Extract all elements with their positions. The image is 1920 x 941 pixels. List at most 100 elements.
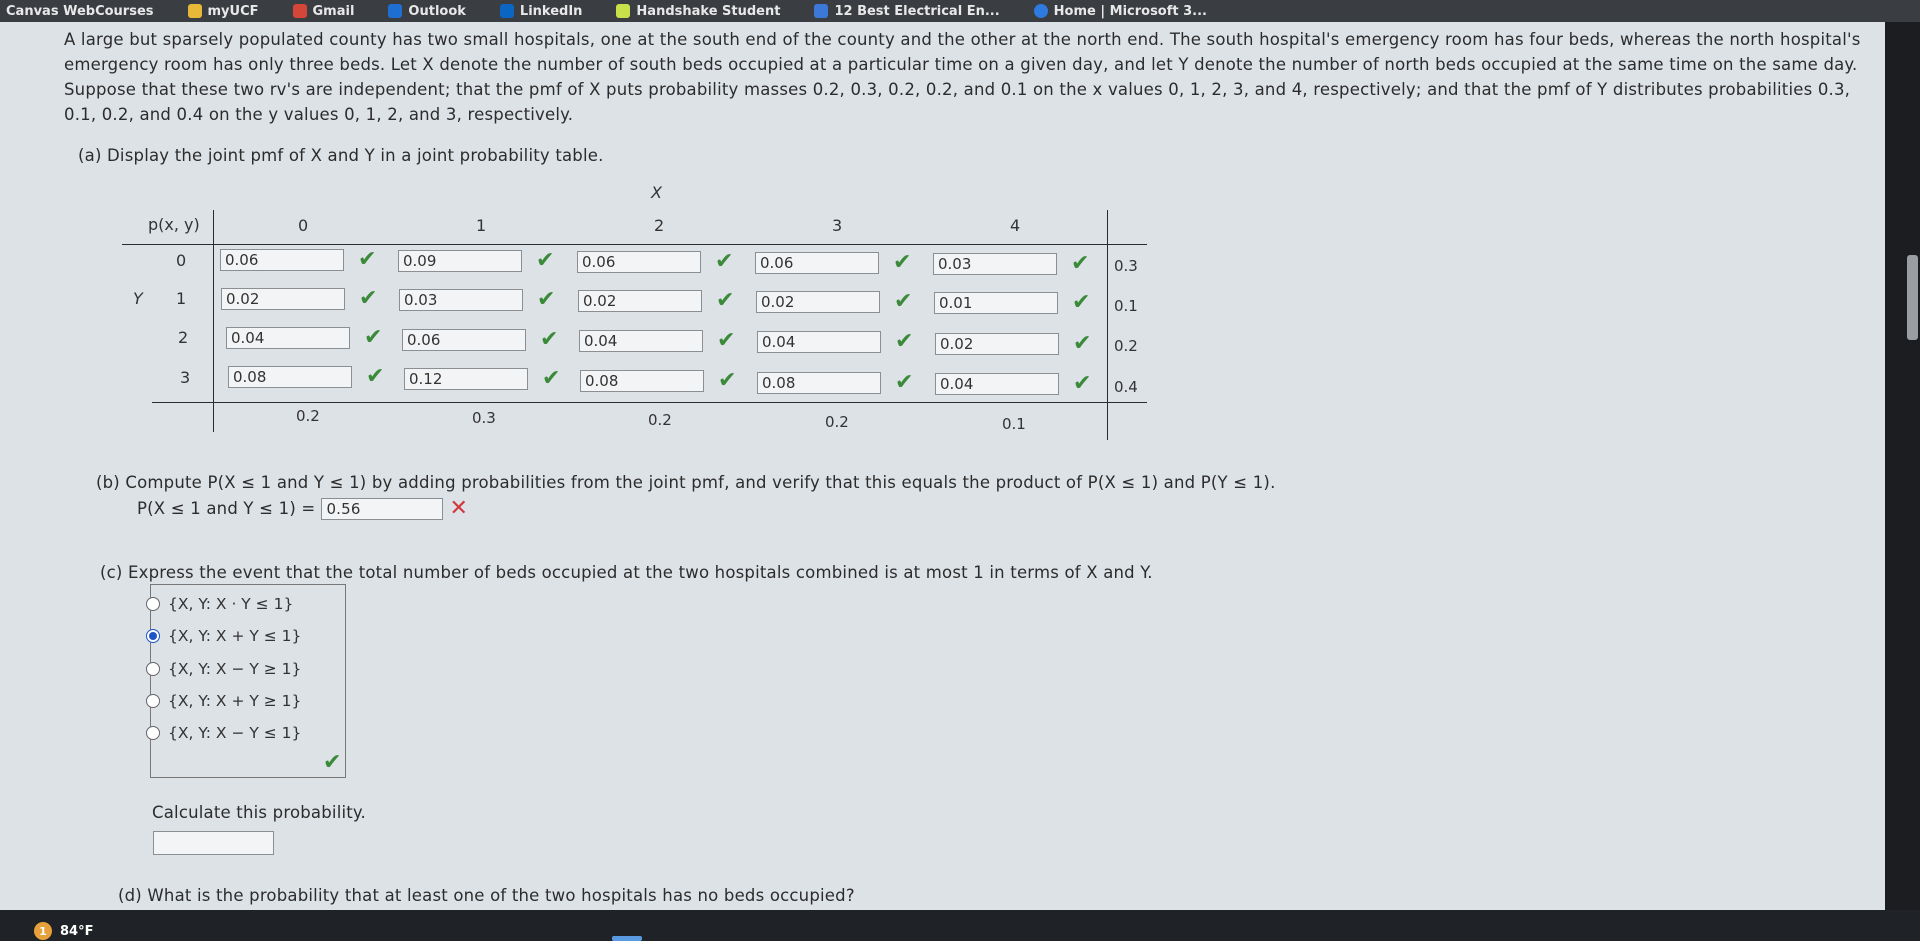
joint-pmf-input[interactable]: 0.12 — [404, 368, 528, 390]
x-icon: ✕ — [449, 496, 469, 521]
bookmark-myucf[interactable]: myUCF — [187, 3, 259, 19]
myucf-icon — [187, 4, 202, 18]
check-icon: ✔ — [716, 288, 735, 313]
part-b-answer: P(X ≤ 1 and Y ≤ 1) = 0.56 ✕ — [137, 496, 468, 521]
joint-pmf-input[interactable]: 0.06 — [755, 252, 879, 274]
check-icon: ✔ — [537, 287, 556, 312]
scrollbar[interactable] — [1885, 22, 1920, 910]
check-icon: ✔ — [359, 286, 378, 311]
bookmark-label: 12 Best Electrical En... — [834, 3, 1000, 19]
table-cell: 0.02 ✔ — [578, 290, 734, 312]
table-cell: 0.03 ✔ — [399, 289, 555, 311]
joint-pmf-input[interactable]: 0.09 — [398, 250, 522, 272]
joint-pmf-input[interactable]: 0.06 — [402, 329, 526, 351]
col-header-1: 1 — [476, 216, 487, 235]
joint-pmf-input[interactable]: 0.04 — [579, 330, 703, 352]
table-cell: 0.08 ✔ — [580, 370, 736, 392]
probability-input[interactable] — [153, 831, 274, 855]
header-rule — [122, 244, 1147, 245]
joint-pmf-input[interactable]: 0.08 — [757, 372, 881, 394]
active-app-indicator — [612, 936, 642, 941]
joint-pmf-input[interactable]: 0.02 — [578, 290, 702, 312]
bookmark-label: Gmail — [312, 3, 355, 19]
radio-icon[interactable] — [146, 726, 160, 740]
bookmark-label: myUCF — [207, 3, 259, 19]
joint-pmf-input[interactable]: 0.08 — [228, 366, 352, 388]
joint-pmf-input[interactable]: 0.08 — [580, 370, 704, 392]
joint-pmf-input[interactable]: 0.01 — [934, 292, 1058, 314]
table-corner-label: p(x, y) — [148, 215, 200, 234]
joint-pmf-input[interactable]: 0.04 — [226, 327, 350, 349]
bookmark-label: Handshake Student — [636, 3, 781, 19]
check-icon: ✔ — [364, 325, 383, 350]
bookmark-linkedin[interactable]: LinkedIn — [499, 4, 582, 19]
check-icon: ✔ — [1073, 331, 1092, 356]
radio-icon[interactable] — [146, 597, 160, 611]
table-cell: 0.04 ✔ — [935, 373, 1091, 395]
option-3[interactable]: {X, Y: X + Y ≥ 1} — [146, 692, 301, 710]
radio-icon[interactable] — [146, 662, 160, 676]
option-label: {X, Y: X + Y ≥ 1} — [168, 692, 302, 710]
joint-pmf-input[interactable]: 0.03 — [933, 253, 1057, 275]
option-0[interactable]: {X, Y: X · Y ≤ 1} — [146, 595, 293, 613]
joint-pmf-input[interactable]: 0.04 — [757, 331, 881, 353]
bookmark-gmail[interactable]: Gmail — [292, 3, 355, 19]
option-1[interactable]: {X, Y: X + Y ≤ 1} — [146, 627, 301, 645]
bookmark-outlook[interactable]: Outlook — [388, 4, 466, 19]
part-b-label: P(X ≤ 1 and Y ≤ 1) = — [137, 499, 316, 518]
row-header-1: 1 — [176, 289, 187, 308]
check-icon: ✔ — [323, 750, 342, 775]
problem-statement: A large but sparsely populated county ha… — [64, 30, 1861, 124]
check-icon: ✔ — [894, 289, 913, 314]
table-cell: 0.12 ✔ — [404, 368, 560, 390]
y-axis-label: Y — [133, 289, 143, 308]
joint-pmf-input[interactable]: 0.02 — [221, 288, 345, 310]
check-icon: ✔ — [358, 247, 377, 272]
table-cell: 0.08 ✔ — [228, 366, 384, 388]
check-icon: ✔ — [1072, 290, 1091, 315]
handshake-icon — [616, 4, 631, 18]
bookmark-handshake[interactable]: Handshake Student — [616, 4, 780, 19]
col-header-2: 2 — [654, 216, 665, 235]
bookmarks-bar: Canvas WebCourses myUCF Gmail Outlook Li… — [0, 0, 1920, 22]
table-cell: 0.02 ✔ — [756, 291, 912, 313]
part-b-prompt: (b) Compute P(X ≤ 1 and Y ≤ 1) by adding… — [96, 473, 1276, 492]
taskbar — [0, 910, 1920, 941]
bookmark-canvas[interactable]: Canvas WebCourses — [6, 4, 154, 19]
bookmark-label: Home | Microsoft 3... — [1053, 3, 1207, 19]
calculate-prompt: Calculate this probability. — [152, 803, 366, 822]
radio-icon[interactable] — [146, 694, 160, 708]
col-marginal: 0.2 — [296, 407, 320, 425]
row-marginal: 0.2 — [1114, 337, 1138, 355]
table-cell: 0.02 ✔ — [935, 333, 1091, 355]
joint-pmf-input[interactable]: 0.04 — [935, 373, 1059, 395]
table-cell: 0.04 ✔ — [757, 331, 913, 353]
scrollbar-thumb[interactable] — [1907, 255, 1918, 340]
joint-pmf-input[interactable]: 0.02 — [756, 291, 880, 313]
table-cell: 0.08 ✔ — [757, 372, 913, 394]
check-icon: ✔ — [715, 249, 734, 274]
bookmark-microsoft[interactable]: Home | Microsoft 3... — [1033, 3, 1207, 19]
left-rule — [213, 210, 214, 432]
bookmark-label: Canvas WebCourses — [6, 3, 154, 19]
bookmark-electrical[interactable]: 12 Best Electrical En... — [814, 3, 1000, 19]
option-2[interactable]: {X, Y: X − Y ≥ 1} — [146, 660, 301, 678]
row-marginal: 0.1 — [1114, 297, 1138, 315]
joint-pmf-input[interactable]: 0.06 — [577, 251, 701, 273]
check-icon: ✔ — [718, 368, 737, 393]
check-icon: ✔ — [717, 328, 736, 353]
col-marginal: 0.3 — [472, 409, 496, 427]
row-marginal: 0.3 — [1114, 257, 1138, 275]
joint-pmf-input[interactable]: 0.06 — [220, 249, 344, 271]
option-label: {X, Y: X − Y ≤ 1} — [168, 724, 302, 742]
part-b-input[interactable]: 0.56 — [321, 497, 444, 520]
table-cell: 0.02 ✔ — [221, 288, 377, 310]
col-marginal: 0.2 — [825, 413, 849, 431]
radio-icon[interactable] — [146, 629, 160, 643]
joint-pmf-input[interactable]: 0.03 — [399, 289, 523, 311]
option-4[interactable]: {X, Y: X − Y ≤ 1} — [146, 724, 301, 742]
joint-pmf-input[interactable]: 0.02 — [935, 333, 1059, 355]
weather-widget[interactable]: 1 84°F — [34, 922, 93, 940]
footer-rule — [152, 402, 1147, 403]
check-icon: ✔ — [895, 370, 914, 395]
